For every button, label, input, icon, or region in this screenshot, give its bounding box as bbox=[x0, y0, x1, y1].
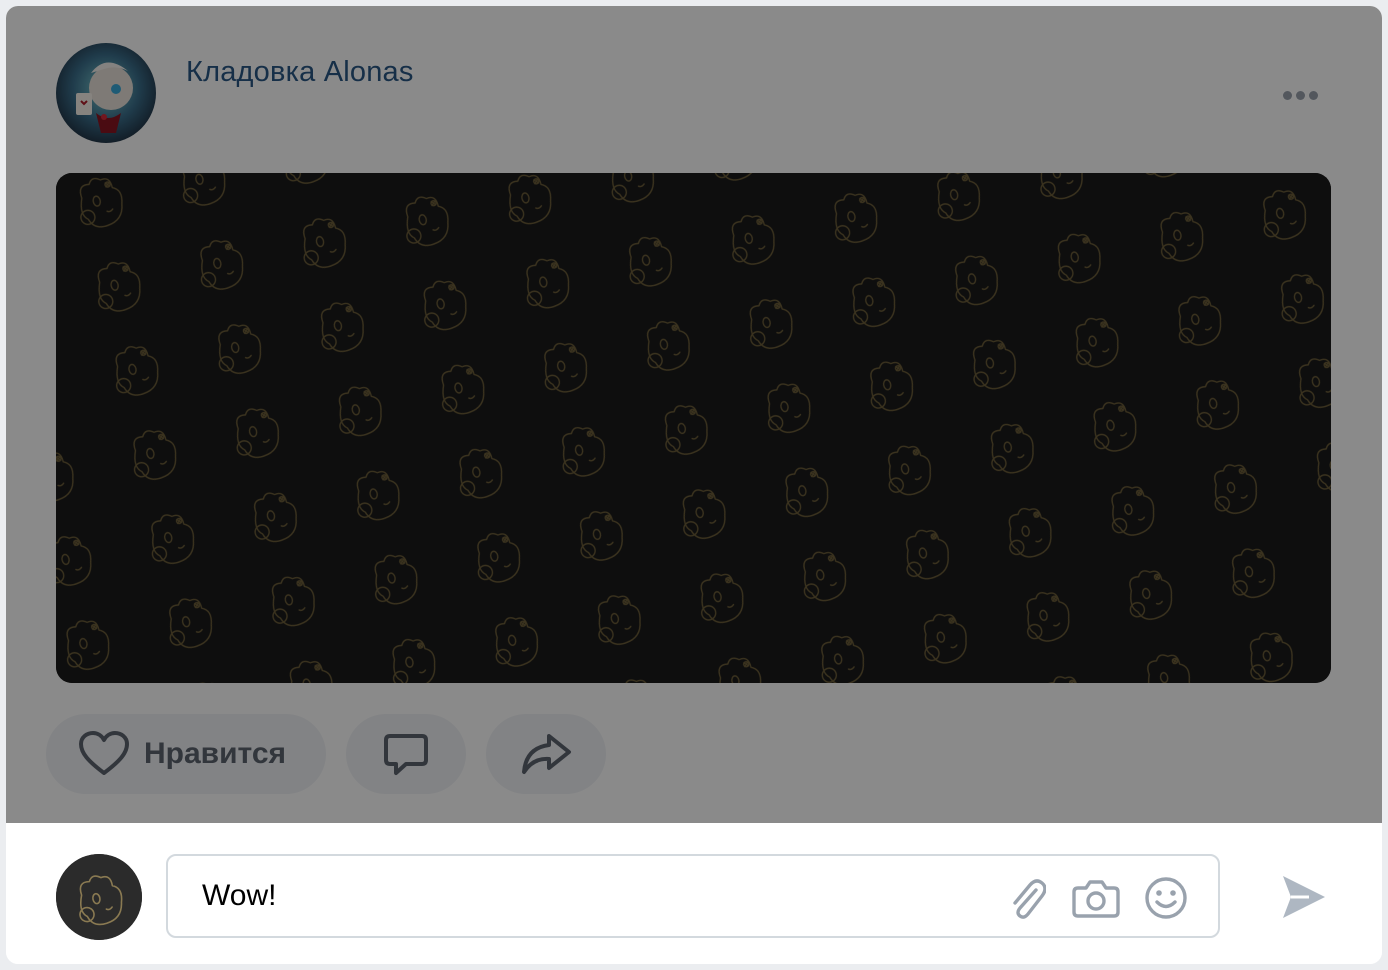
user-avatar[interactable] bbox=[56, 854, 142, 940]
camera-icon bbox=[1072, 880, 1120, 918]
comment-button[interactable] bbox=[346, 714, 466, 794]
smile-icon bbox=[1145, 877, 1187, 919]
share-button[interactable] bbox=[486, 714, 606, 794]
comment-input-box bbox=[166, 854, 1220, 938]
post-image[interactable] bbox=[56, 173, 1331, 683]
group-name-link[interactable]: Кладовка Alonas bbox=[186, 56, 414, 89]
group-avatar[interactable] bbox=[56, 43, 156, 143]
send-icon bbox=[1283, 876, 1325, 918]
like-button[interactable]: Нравится bbox=[46, 714, 326, 794]
emoji-button[interactable] bbox=[1142, 874, 1190, 922]
post: Кладовка Alonas Нравится bbox=[6, 6, 1382, 823]
comment-composer bbox=[6, 823, 1382, 964]
bear-pattern-image bbox=[56, 173, 1331, 683]
send-button[interactable] bbox=[1274, 867, 1334, 927]
heart-icon bbox=[79, 731, 129, 775]
more-horizontal-icon bbox=[1282, 90, 1292, 100]
camera-button[interactable] bbox=[1072, 874, 1120, 922]
post-actions: Нравится bbox=[46, 714, 606, 794]
post-card: Кладовка Alonas Нравится Wow! bbox=[6, 6, 1382, 964]
comment-input[interactable] bbox=[202, 876, 982, 916]
user-avatar-image bbox=[56, 854, 142, 940]
attach-button[interactable] bbox=[1002, 874, 1050, 922]
more-options-button[interactable] bbox=[1270, 78, 1330, 112]
paperclip-icon bbox=[1013, 879, 1046, 919]
group-avatar-image bbox=[56, 43, 156, 143]
like-label: Нравится bbox=[144, 737, 287, 770]
share-icon bbox=[522, 734, 571, 774]
comment-icon bbox=[384, 734, 428, 775]
